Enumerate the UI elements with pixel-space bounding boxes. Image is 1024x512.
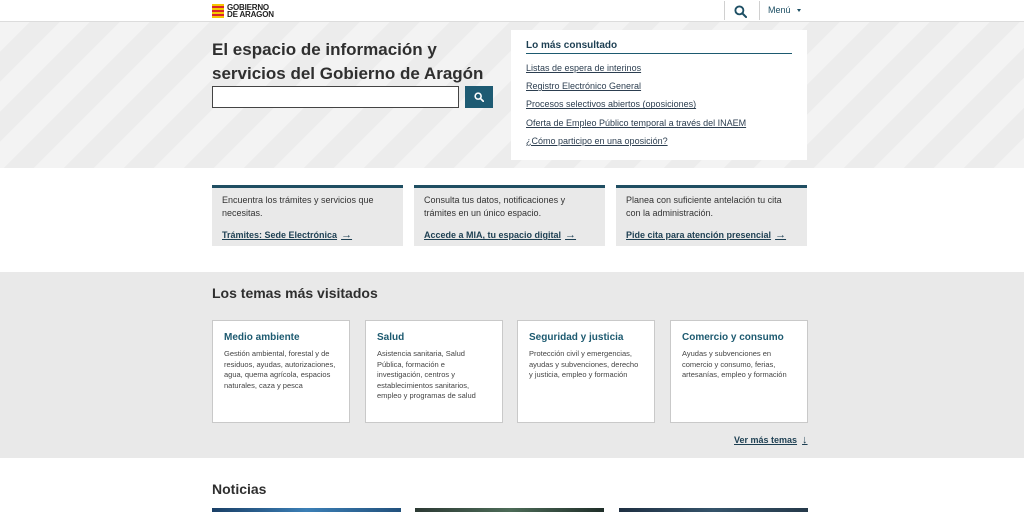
header-search-button[interactable] bbox=[730, 2, 750, 20]
topics-section bbox=[0, 272, 1024, 458]
mia-link[interactable]: Accede a MIA, tu espacio digital → bbox=[424, 229, 576, 241]
search-icon bbox=[474, 92, 484, 102]
list-item: Registro Electrónico General bbox=[526, 77, 792, 95]
card-mia: Consulta tus datos, notificaciones y trá… bbox=[414, 185, 605, 246]
search-input[interactable] bbox=[212, 86, 459, 108]
topic-title: Medio ambiente bbox=[224, 332, 300, 343]
menu-label: Menú bbox=[768, 5, 791, 15]
card-tramites: Encuentra los trámites y servicios que n… bbox=[212, 185, 403, 246]
more-topics-link[interactable]: Ver más temas ↓ bbox=[734, 434, 808, 446]
header-divider bbox=[724, 1, 725, 20]
gobierno-aragon-logo[interactable]: GOBIERNO DE ARAGON bbox=[212, 3, 274, 19]
arrow-right-icon: → bbox=[341, 229, 353, 241]
popular-link-oposicion[interactable]: ¿Cómo participo en una oposición? bbox=[526, 136, 668, 146]
popular-link-interinos[interactable]: Listas de espera de interinos bbox=[526, 63, 641, 73]
arrow-right-icon: → bbox=[775, 229, 787, 241]
logo-line-2: DE ARAGON bbox=[227, 10, 274, 19]
menu-button[interactable]: Menú bbox=[768, 5, 801, 15]
tramites-link[interactable]: Trámites: Sede Electrónica → bbox=[222, 229, 352, 241]
arrow-right-icon: → bbox=[565, 229, 577, 241]
topic-card-salud[interactable]: Salud Asistencia sanitaria, Salud Públic… bbox=[365, 320, 503, 423]
chevron-down-icon bbox=[796, 8, 801, 12]
news-image[interactable] bbox=[415, 508, 604, 512]
news-title: Noticias bbox=[212, 481, 267, 497]
site-header: GOBIERNO DE ARAGON Menú bbox=[0, 0, 1024, 22]
card-text: Planea con suficiente antelación tu cita… bbox=[626, 195, 782, 218]
aragon-flag-icon bbox=[212, 4, 224, 18]
topic-title: Comercio y consumo bbox=[682, 332, 784, 343]
topic-description: Asistencia sanitaria, Salud Pública, for… bbox=[377, 349, 476, 401]
card-link-label: Trámites: Sede Electrónica bbox=[222, 230, 338, 240]
topic-card-comercio[interactable]: Comercio y consumo Ayudas y subvenciones… bbox=[670, 320, 808, 423]
more-topics-label: Ver más temas bbox=[734, 435, 798, 445]
topic-card-seguridad[interactable]: Seguridad y justicia Protección civil y … bbox=[517, 320, 655, 423]
news-image[interactable] bbox=[619, 508, 808, 512]
popular-link-procesos[interactable]: Procesos selectivos abiertos (oposicione… bbox=[526, 99, 696, 109]
topic-card-medio-ambiente[interactable]: Medio ambiente Gestión ambiental, forest… bbox=[212, 320, 350, 423]
popular-link-inaem[interactable]: Oferta de Empleo Público temporal a trav… bbox=[526, 118, 746, 128]
card-link-label: Pide cita para atención presencial bbox=[626, 230, 772, 240]
search-button[interactable] bbox=[465, 86, 493, 108]
cita-link[interactable]: Pide cita para atención presencial → bbox=[626, 229, 786, 241]
list-item: ¿Cómo participo en una oposición? bbox=[526, 132, 792, 150]
search-icon bbox=[733, 4, 747, 18]
list-item: Oferta de Empleo Público temporal a trav… bbox=[526, 114, 792, 132]
most-consulted-list: Listas de espera de interinos Registro E… bbox=[526, 59, 792, 150]
topic-description: Ayudas y subvenciones en comercio y cons… bbox=[682, 349, 787, 380]
topic-description: Gestión ambiental, forestal y de residuo… bbox=[224, 349, 336, 390]
card-link-label: Accede a MIA, tu espacio digital bbox=[424, 230, 562, 240]
news-image[interactable] bbox=[212, 508, 401, 512]
hero-title: El espacio de información y servicios de… bbox=[212, 40, 484, 83]
card-text: Consulta tus datos, notificaciones y trá… bbox=[424, 195, 566, 218]
popular-link-registro[interactable]: Registro Electrónico General bbox=[526, 81, 641, 91]
topic-title: Seguridad y justicia bbox=[529, 332, 624, 343]
list-item: Procesos selectivos abiertos (oposicione… bbox=[526, 95, 792, 113]
arrow-down-icon: ↓ bbox=[802, 434, 808, 446]
card-text: Encuentra los trámites y servicios que n… bbox=[222, 195, 374, 218]
topic-title: Salud bbox=[377, 332, 405, 343]
topics-title: Los temas más visitados bbox=[212, 285, 378, 301]
most-consulted-panel: Lo más consultado Listas de espera de in… bbox=[511, 30, 807, 160]
card-cita: Planea con suficiente antelación tu cita… bbox=[616, 185, 807, 246]
topic-description: Protección civil y emergencias, ayudas y… bbox=[529, 349, 639, 380]
header-divider bbox=[759, 1, 760, 20]
list-item: Listas de espera de interinos bbox=[526, 59, 792, 77]
most-consulted-title: Lo más consultado bbox=[526, 40, 792, 54]
